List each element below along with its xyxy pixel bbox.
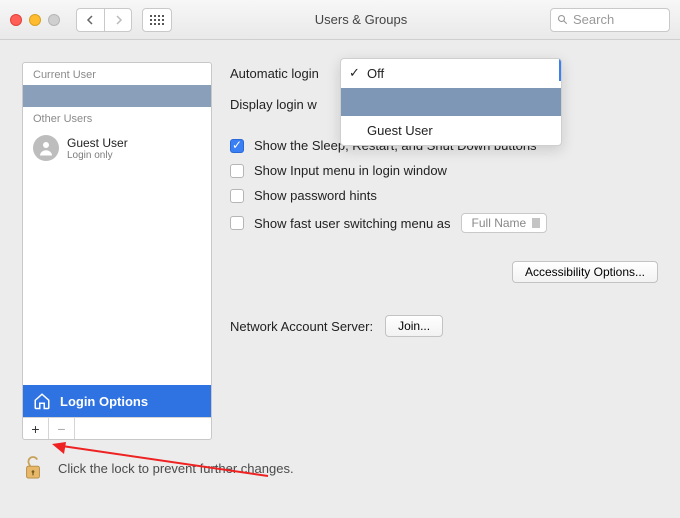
current-user-row[interactable] (23, 85, 211, 107)
cb-hints-label: Show password hints (254, 188, 377, 203)
show-all-prefs-button[interactable] (142, 8, 172, 32)
search-placeholder: Search (573, 12, 614, 27)
lock-text: Click the lock to prevent further change… (58, 461, 294, 476)
checkbox-icon[interactable] (230, 189, 244, 203)
checkbox-icon[interactable] (230, 164, 244, 178)
checkbox-checked-icon[interactable] (230, 139, 244, 153)
current-user-label: Current User (23, 63, 211, 85)
display-login-label: Display login w (230, 97, 317, 112)
lock-row: Click the lock to prevent further change… (0, 450, 680, 482)
unlocked-lock-icon[interactable] (22, 454, 44, 482)
avatar-icon (33, 135, 59, 161)
titlebar: Users & Groups Search (0, 0, 680, 40)
cb-password-hints[interactable]: Show password hints (230, 188, 658, 203)
cb-fast-user-switching[interactable]: Show fast user switching menu as Full Na… (230, 213, 658, 233)
remove-user-button[interactable]: − (49, 418, 75, 439)
nav-back-forward (76, 8, 132, 32)
guest-user-name: Guest User (67, 136, 128, 150)
dropdown-item-off[interactable]: Off (341, 59, 561, 88)
minimize-window-icon[interactable] (29, 14, 41, 26)
cb-fast-label: Show fast user switching menu as (254, 216, 451, 231)
window-title: Users & Groups (182, 12, 540, 27)
window-traffic-lights (10, 14, 60, 26)
guest-user-row[interactable]: Guest User Login only (23, 129, 211, 167)
main-panel: Automatic login Display login w Show the… (230, 62, 658, 337)
fast-switch-mode-select[interactable]: Full Name (461, 213, 548, 233)
automatic-login-label: Automatic login (230, 66, 319, 81)
search-field[interactable]: Search (550, 8, 670, 32)
forward-button[interactable] (104, 8, 132, 32)
house-icon (33, 392, 51, 410)
guest-user-sub: Login only (67, 150, 128, 161)
cb-input-menu[interactable]: Show Input menu in login window (230, 163, 658, 178)
add-remove-bar: + − (23, 417, 211, 439)
checkbox-icon[interactable] (230, 216, 244, 230)
back-button[interactable] (76, 8, 104, 32)
zoom-window-icon (48, 14, 60, 26)
accessibility-options-button[interactable]: Accessibility Options... (512, 261, 658, 283)
join-button[interactable]: Join... (385, 315, 443, 337)
login-options-row[interactable]: Login Options (23, 385, 211, 417)
other-users-label: Other Users (23, 107, 211, 129)
fast-switch-value: Full Name (472, 216, 527, 230)
network-account-server-label: Network Account Server: (230, 319, 373, 334)
users-sidebar: Current User Other Users Guest User Logi… (22, 62, 212, 440)
search-icon (557, 14, 569, 26)
dropdown-item-guest[interactable]: Guest User (341, 116, 561, 145)
add-user-button[interactable]: + (23, 418, 49, 439)
automatic-login-dropdown[interactable]: Off Guest User (340, 58, 562, 146)
dropdown-item-hover[interactable] (341, 88, 561, 116)
close-window-icon[interactable] (10, 14, 22, 26)
cb-input-label: Show Input menu in login window (254, 163, 447, 178)
login-options-label: Login Options (60, 394, 148, 409)
